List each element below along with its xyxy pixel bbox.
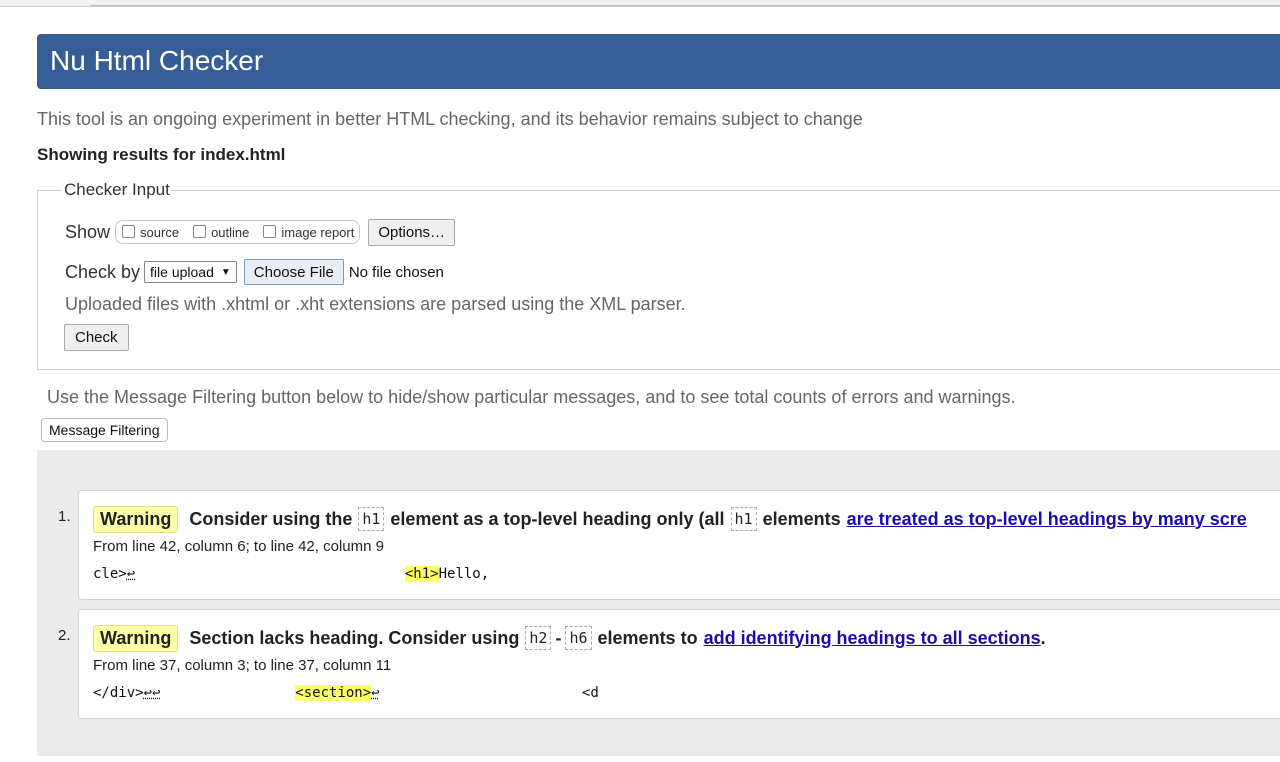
code-element: h1	[730, 507, 757, 531]
message-location: From line 37, column 3; to line 37, colu…	[93, 657, 392, 674]
extract-highlight: <section>	[295, 685, 372, 701]
results-heading: Showing results for index.html	[37, 145, 286, 164]
show-label: Show	[65, 221, 111, 242]
show-image-report-option[interactable]: image report	[263, 224, 355, 240]
message-location: From line 42, column 6; to line 42, colu…	[93, 538, 384, 555]
show-row: Show source outline image report Options…	[65, 218, 456, 246]
choose-file-button[interactable]: Choose File	[243, 259, 344, 285]
warning-badge: Warning	[93, 624, 179, 652]
help-link[interactable]: add identifying headings to all sections	[704, 628, 1041, 649]
extract-gap	[135, 566, 405, 582]
extract-text: Hello,	[438, 566, 490, 582]
header-banner: Nu Html Checker	[37, 34, 1280, 89]
line-break-icon: ↩	[126, 566, 136, 582]
show-source-option[interactable]: source	[122, 224, 180, 240]
source-label: source	[140, 224, 180, 240]
source-extract: </div>↩↩ <section>↩ <d	[93, 685, 599, 701]
warning-badge: Warning	[93, 505, 179, 533]
extract-text: </div>	[93, 685, 144, 701]
outline-checkbox[interactable]	[193, 224, 207, 238]
intro-text: This tool is an ongoing experiment in be…	[37, 109, 863, 129]
message-text-part: Section lacks heading. Consider using	[189, 627, 520, 648]
extract-gap	[380, 685, 582, 701]
image-report-checkbox[interactable]	[263, 224, 277, 238]
message-number: 1.	[58, 508, 71, 525]
image-report-label: image report	[281, 224, 355, 240]
check-button[interactable]: Check	[64, 324, 129, 351]
code-element: h6	[565, 626, 592, 650]
no-file-chosen-text: No file chosen	[348, 263, 444, 281]
show-outline-option[interactable]: outline	[193, 224, 250, 240]
extract-text: cle>	[93, 566, 127, 582]
message-text: Warning Section lacks heading. Consider …	[93, 624, 1046, 652]
message-text-part: Consider using the	[189, 508, 353, 529]
message-text-part: elements to	[597, 627, 698, 648]
message-filtering-button[interactable]: Message Filtering	[41, 418, 168, 442]
line-break-icon: ↩	[371, 685, 380, 701]
code-element: h2	[525, 626, 552, 650]
dash: -	[555, 627, 562, 648]
show-options-group: source outline image report	[115, 220, 361, 244]
filter-note: Use the Message Filtering button below t…	[47, 387, 1016, 407]
dropdown-arrow-icon: ▼	[220, 266, 231, 278]
message-text-part: elements	[762, 508, 841, 529]
address-bar-edge	[90, 0, 1280, 6]
checker-input-legend: Checker Input	[62, 180, 172, 200]
page-title: Nu Html Checker	[50, 45, 264, 76]
extract-highlight: <h1>	[404, 566, 439, 582]
help-link[interactable]: are treated as top-level headings by man…	[847, 509, 1247, 530]
extract-text: <d	[581, 685, 599, 701]
message-item: Warning Section lacks heading. Consider …	[78, 609, 1280, 719]
extract-gap	[160, 685, 295, 701]
check-by-label: Check by	[65, 261, 141, 282]
check-by-select[interactable]: file upload ▼	[144, 261, 237, 283]
browser-top-edge	[0, 0, 1280, 7]
code-element: h1	[358, 507, 385, 531]
check-by-value: file upload	[150, 264, 214, 280]
line-break-icon: ↩↩	[143, 685, 161, 701]
message-item: Warning Consider using the h1 element as…	[78, 490, 1280, 600]
message-text: Warning Consider using the h1 element as…	[93, 505, 1247, 533]
period: .	[1040, 627, 1046, 648]
source-checkbox[interactable]	[122, 224, 136, 238]
options-button[interactable]: Options…	[368, 218, 456, 246]
outline-label: outline	[211, 224, 250, 240]
message-text-part: element as a top-level heading only (all	[390, 508, 725, 529]
check-by-row: Check by file upload ▼ Choose File No fil…	[65, 259, 444, 285]
message-number: 2.	[58, 627, 71, 644]
source-extract: cle>↩ <h1>Hello,	[93, 566, 489, 582]
uploaded-note: Uploaded files with .xhtml or .xht exten…	[65, 294, 686, 314]
